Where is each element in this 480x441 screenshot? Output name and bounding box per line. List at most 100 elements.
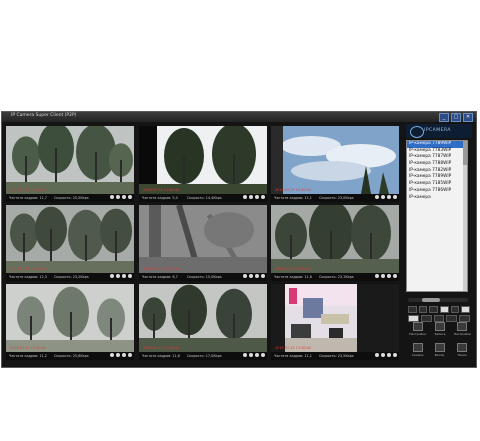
ptz-button[interactable] [408,306,417,313]
camera-cell[interactable]: 2015-07-22 11:30:41 Частота кадров: 6,7 … [139,205,267,281]
tool-icon [457,322,468,331]
frame-rate-label: Частота кадров: 5,4 [142,196,178,200]
horizontal-scrollbar[interactable] [408,298,468,302]
record-icon[interactable] [116,274,120,278]
camera-list-item[interactable]: IP-камера 7788WIP [407,161,467,168]
frame-rate-label: Частота кадров: 11,7 [9,196,47,200]
ptz-button[interactable] [440,306,449,313]
audio-icon[interactable] [243,353,247,357]
minimize-button[interactable]: _ [439,113,449,122]
ptz-button[interactable] [420,315,432,322]
logo-icon [410,126,424,138]
ptz-button[interactable] [408,315,419,322]
camera-feed-image [139,205,267,273]
title-bar: IP Camera Super Client (P2P) _ □ ✕ [2,112,476,122]
settings-icon[interactable] [393,195,397,199]
ptz-button[interactable] [461,306,471,313]
camera-list[interactable]: IP-камера 7789WIP IP-камера 7783WIP IP-кам… [406,140,468,292]
speed-label: Скорость: 17,0Kbps [187,354,222,358]
settings-icon[interactable] [393,274,397,278]
audio-icon[interactable] [375,274,379,278]
audio-icon[interactable] [110,195,114,199]
camera-cell[interactable]: 2015-07-22 11:30:44 Частота кадров: 11,2… [6,284,134,360]
tool-button[interactable]: Снимок [408,343,427,362]
camera-status-bar: Частота кадров: 11,6 Скорость: 23,1Kbps [271,273,399,281]
camera-cell[interactable]: 2015-07-22 11:30:42 Частота кадров: 11,1… [271,284,399,360]
camera-cell[interactable]: 2015-07-22 11:30:42 Частота кадров: 5,4 … [139,126,267,202]
snapshot-icon[interactable] [122,274,126,278]
camera-cell[interactable]: 2015-07-22 11:30:40 Частота кадров: 12,3… [6,205,134,281]
settings-icon[interactable] [261,195,265,199]
ptz-button[interactable] [418,306,428,313]
camera-view[interactable]: 2015-07-22 11:30:44 [6,284,134,352]
list-scrollbar[interactable] [463,141,467,291]
camera-feed-image [6,126,134,194]
camera-view[interactable]: 2015-07-22 11:30:40 [6,205,134,273]
record-icon[interactable] [116,195,120,199]
snapshot-icon[interactable] [255,195,259,199]
tool-button[interactable]: Настройки [453,322,472,341]
camera-view[interactable]: 2015-07-22 11:30:40 [139,284,267,352]
camera-cell[interactable]: 2015-07-22 11:30:41 Частота кадров: 11,1… [271,126,399,202]
camera-timestamp: 2015-07-22 11:30:40 [143,346,180,350]
record-icon[interactable] [381,353,385,357]
audio-icon[interactable] [243,274,247,278]
settings-icon[interactable] [128,195,132,199]
audio-icon[interactable] [243,195,247,199]
camera-view[interactable]: 2015-07-22 11:30:41 [271,126,399,194]
camera-cell[interactable]: 2015-07-22 11:30:40 Частота кадров: 11,6… [139,284,267,360]
settings-icon[interactable] [393,353,397,357]
ptz-button[interactable] [459,315,470,322]
camera-cell[interactable]: 2015-07-22 11:30:42 Частота кадров: 11,7… [6,126,134,202]
snapshot-icon[interactable] [122,353,126,357]
snapshot-icon[interactable] [387,353,391,357]
snapshot-icon[interactable] [387,274,391,278]
camera-view[interactable]: 2015-07-22 11:30:42 [271,284,399,352]
audio-icon[interactable] [110,353,114,357]
audio-icon[interactable] [110,274,114,278]
snapshot-icon[interactable] [255,353,259,357]
snapshot-icon[interactable] [255,274,259,278]
camera-view[interactable]: 2015-07-22 11:30:42 [139,126,267,194]
settings-icon[interactable] [128,274,132,278]
settings-icon[interactable] [261,274,265,278]
close-button[interactable]: ✕ [463,113,473,122]
audio-icon[interactable] [375,195,379,199]
camera-view[interactable]: 2015-07-22 11:30:42 [6,126,134,194]
camera-list-item[interactable]: IP-камера 7789WIP [407,141,467,148]
camera-cell[interactable]: 2015-07-22 11:30:42 Частота кадров: 11,6… [271,205,399,281]
tool-button[interactable]: Воспр. [430,343,449,362]
tool-button[interactable]: Настройки [408,322,427,341]
record-icon[interactable] [249,195,253,199]
snapshot-icon[interactable] [122,195,126,199]
camera-status-icons [375,353,397,357]
record-icon[interactable] [381,274,385,278]
camera-feed-image [271,205,399,273]
settings-icon[interactable] [128,353,132,357]
camera-view[interactable]: 2015-07-22 11:30:41 [139,205,267,273]
ptz-button[interactable] [429,306,439,313]
record-icon[interactable] [381,195,385,199]
camera-list-item[interactable]: IP-камера 7786WIP [407,188,467,195]
snapshot-icon[interactable] [387,195,391,199]
ptz-button[interactable] [446,315,458,322]
scroll-thumb[interactable] [422,298,440,302]
app-window: IP Camera Super Client (P2P) _ □ ✕ 2015-… [1,111,477,368]
record-icon[interactable] [116,353,120,357]
scroll-thumb[interactable] [463,141,467,165]
maximize-button[interactable]: □ [451,113,461,122]
tool-button[interactable]: Поиск [453,343,472,362]
camera-feed-image [271,284,399,352]
record-icon[interactable] [249,274,253,278]
tool-button[interactable]: Запись [430,322,449,341]
audio-icon[interactable] [375,353,379,357]
camera-list-item[interactable]: IP-камера 7185WIP [407,181,467,188]
ptz-button[interactable] [433,315,445,322]
camera-list-item[interactable]: IP-камера [407,195,467,202]
settings-icon[interactable] [261,353,265,357]
record-icon[interactable] [249,353,253,357]
camera-view[interactable]: 2015-07-22 11:30:42 [271,205,399,273]
camera-status-bar: Частота кадров: 12,3 Скорость: 23,2Kbps [6,273,134,281]
camera-status-icons [375,195,397,199]
ptz-button[interactable] [450,306,460,313]
